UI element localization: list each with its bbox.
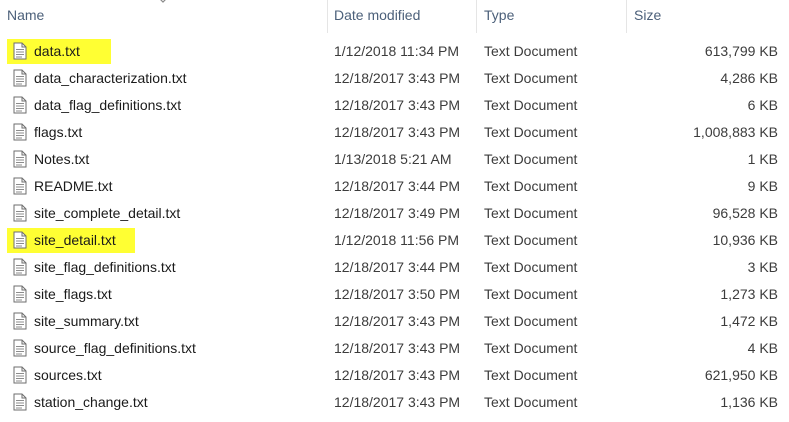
- file-row[interactable]: source_flag_definitions.txt 12/18/2017 3:…: [0, 335, 789, 362]
- text-document-icon: [13, 231, 27, 249]
- column-header-bar: Name Date modified Type Size: [0, 0, 789, 33]
- file-row[interactable]: data_flag_definitions.txt 12/18/2017 3:43…: [0, 92, 789, 119]
- file-row[interactable]: README.txt 12/18/2017 3:44 PM Text Documen…: [0, 173, 789, 200]
- file-size: 4,286 KB: [720, 70, 778, 86]
- file-name: README.txt: [34, 178, 113, 194]
- text-document-icon: [13, 69, 27, 87]
- file-type: Text Document: [484, 259, 578, 275]
- file-size: 1,273 KB: [720, 286, 778, 302]
- file-size: 1,008,883 KB: [693, 124, 778, 140]
- file-date-modified: 12/18/2017 3:43 PM: [334, 367, 461, 383]
- file-row[interactable]: data_characterization.txt 12/18/2017 3:43…: [0, 65, 789, 92]
- file-size: 1,136 KB: [720, 394, 778, 410]
- file-size: 96,528 KB: [712, 205, 778, 221]
- file-type: Text Document: [484, 178, 578, 194]
- text-document-icon: [13, 393, 27, 411]
- file-list: data.txt 1/12/2018 11:34 PM Text Document 6…: [0, 38, 789, 416]
- file-date-modified: 1/12/2018 11:56 PM: [334, 232, 460, 248]
- file-type: Text Document: [484, 394, 578, 410]
- file-date-modified: 1/12/2018 11:34 PM: [334, 43, 460, 59]
- file-type: Text Document: [484, 43, 578, 59]
- text-document-icon: [13, 285, 27, 303]
- file-date-modified: 12/18/2017 3:43 PM: [334, 313, 461, 329]
- file-row[interactable]: Notes.txt 1/13/2018 5:21 AM Text Document 1…: [0, 146, 789, 173]
- file-name: data_characterization.txt: [34, 70, 187, 86]
- file-name: site_summary.txt: [34, 313, 139, 329]
- file-type: Text Document: [484, 340, 578, 356]
- file-type: Text Document: [484, 232, 578, 248]
- file-date-modified: 12/18/2017 3:44 PM: [334, 259, 461, 275]
- file-date-modified: 12/18/2017 3:50 PM: [334, 286, 461, 302]
- file-size: 9 KB: [747, 178, 778, 194]
- text-document-icon: [13, 150, 27, 168]
- file-type: Text Document: [484, 97, 578, 113]
- file-size: 6 KB: [747, 97, 778, 113]
- file-type: Text Document: [484, 286, 578, 302]
- text-document-icon: [13, 96, 27, 114]
- text-document-icon: [13, 312, 27, 330]
- file-name: sources.txt: [34, 367, 102, 383]
- file-name: flags.txt: [34, 124, 83, 140]
- file-date-modified: 12/18/2017 3:49 PM: [334, 205, 461, 221]
- file-type: Text Document: [484, 313, 578, 329]
- file-row[interactable]: site_complete_detail.txt 12/18/2017 3:49 …: [0, 200, 789, 227]
- file-type: Text Document: [484, 367, 578, 383]
- text-document-icon: [13, 204, 27, 222]
- file-name: data_flag_definitions.txt: [34, 97, 182, 113]
- file-date-modified: 12/18/2017 3:43 PM: [334, 70, 461, 86]
- file-type: Text Document: [484, 70, 578, 86]
- file-name: site_complete_detail.txt: [34, 205, 181, 221]
- file-row[interactable]: site_flags.txt 12/18/2017 3:50 PM Text Doc…: [0, 281, 789, 308]
- text-document-icon: [13, 177, 27, 195]
- text-document-icon: [13, 42, 27, 60]
- file-name: data.txt: [34, 43, 80, 59]
- file-size: 10,936 KB: [712, 232, 778, 248]
- text-document-icon: [13, 258, 27, 276]
- file-size: 3 KB: [747, 259, 778, 275]
- file-date-modified: 12/18/2017 3:43 PM: [334, 124, 461, 140]
- file-size: 613,799 KB: [704, 43, 778, 59]
- column-header-date-modified[interactable]: Date modified: [327, 0, 476, 33]
- file-name: station_change.txt: [34, 394, 148, 410]
- file-date-modified: 12/18/2017 3:44 PM: [334, 178, 461, 194]
- file-size: 1 KB: [747, 151, 778, 167]
- file-row[interactable]: site_detail.txt 1/12/2018 11:56 PM Text Do…: [0, 227, 789, 254]
- file-row[interactable]: data.txt 1/12/2018 11:34 PM Text Document 6…: [0, 38, 789, 65]
- text-document-icon: [13, 339, 27, 357]
- column-header-type[interactable]: Type: [476, 0, 626, 33]
- file-name: site_flag_definitions.txt: [34, 259, 176, 275]
- file-type: Text Document: [484, 205, 578, 221]
- sort-chevron-icon: [160, 0, 166, 3]
- file-row[interactable]: site_summary.txt 12/18/2017 3:43 PM Text D…: [0, 308, 789, 335]
- file-type: Text Document: [484, 124, 578, 140]
- text-document-icon: [13, 366, 27, 384]
- file-date-modified: 1/13/2018 5:21 AM: [334, 151, 452, 167]
- file-row[interactable]: station_change.txt 12/18/2017 3:43 PM Text…: [0, 389, 789, 416]
- file-size: 621,950 KB: [704, 367, 778, 383]
- file-name: Notes.txt: [34, 151, 90, 167]
- file-type: Text Document: [484, 151, 578, 167]
- column-header-size[interactable]: Size: [626, 0, 789, 33]
- file-row[interactable]: sources.txt 12/18/2017 3:43 PM Text Docume…: [0, 362, 789, 389]
- file-name: site_flags.txt: [34, 286, 112, 302]
- file-date-modified: 12/18/2017 3:43 PM: [334, 394, 461, 410]
- file-date-modified: 12/18/2017 3:43 PM: [334, 97, 461, 113]
- file-name: source_flag_definitions.txt: [34, 340, 196, 356]
- file-name: site_detail.txt: [34, 232, 116, 248]
- file-size: 4 KB: [747, 340, 778, 356]
- file-size: 1,472 KB: [720, 313, 778, 329]
- file-row[interactable]: flags.txt 12/18/2017 3:43 PM Text Document…: [0, 119, 789, 146]
- file-date-modified: 12/18/2017 3:43 PM: [334, 340, 461, 356]
- text-document-icon: [13, 123, 27, 141]
- file-row[interactable]: site_flag_definitions.txt 12/18/2017 3:44…: [0, 254, 789, 281]
